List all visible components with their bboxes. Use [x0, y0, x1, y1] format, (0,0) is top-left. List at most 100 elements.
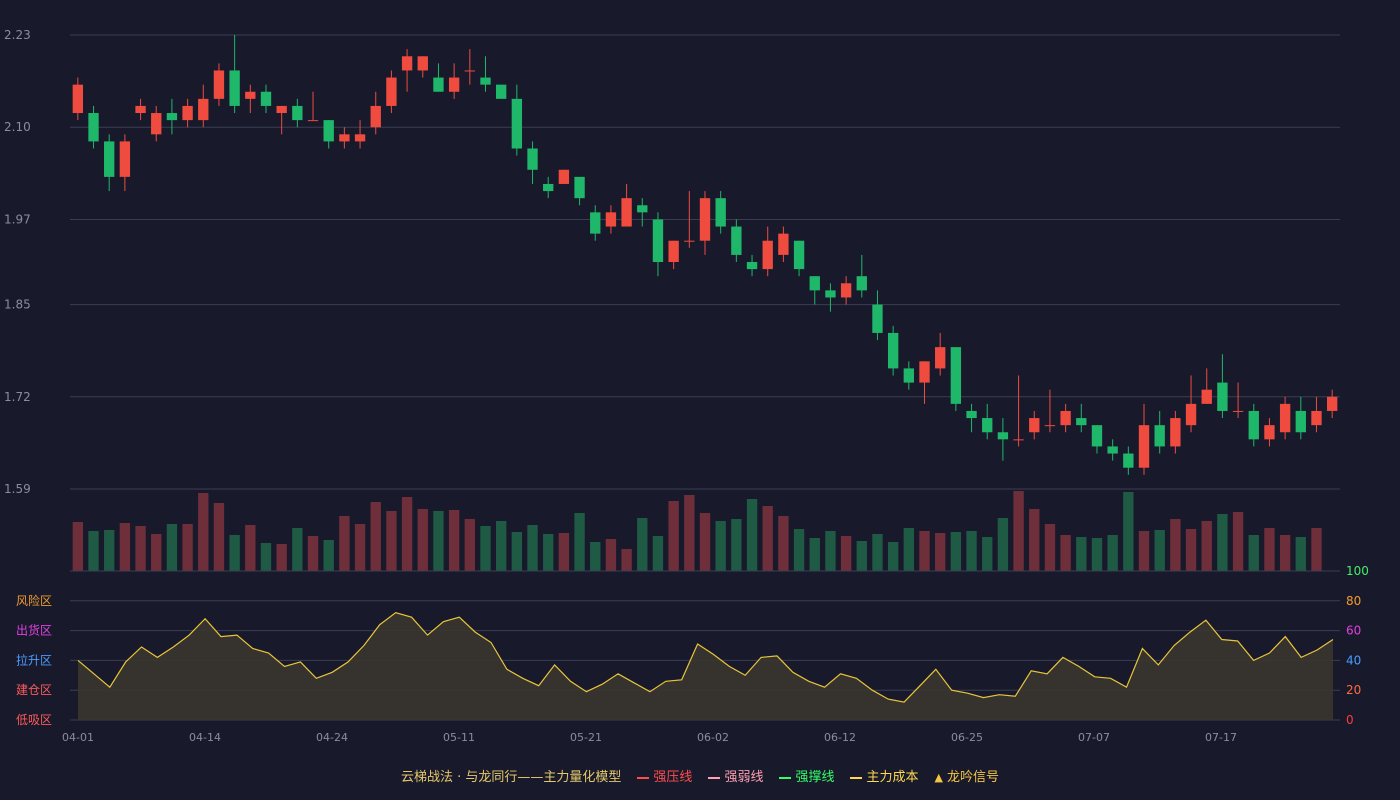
indicator-zone-label: 建仓区: [16, 683, 52, 697]
candle-body: [966, 410, 977, 419]
volume-bar: [1138, 531, 1150, 571]
candle-body: [386, 77, 397, 106]
candle-body: [135, 105, 146, 114]
volume-bar: [527, 525, 538, 571]
candle-body: [1013, 439, 1024, 441]
volume-bar: [731, 519, 742, 571]
candle-body: [997, 432, 1009, 440]
candle-body: [1029, 418, 1040, 433]
candle-body: [1060, 410, 1071, 426]
volume-bar: [104, 530, 115, 571]
volume-bar: [213, 503, 225, 571]
candle-body: [119, 141, 131, 177]
candle-body: [495, 84, 507, 99]
candle-body: [778, 233, 789, 255]
candle-body: [1279, 403, 1291, 433]
candle-body: [872, 304, 883, 333]
volume-bar: [982, 537, 993, 571]
volume-bar: [621, 549, 632, 571]
candle-body: [590, 212, 601, 234]
volume-bar: [276, 544, 287, 571]
volume-bar: [1217, 514, 1228, 571]
indicator-zone-label: 低吸区: [16, 713, 52, 727]
candle-body: [558, 169, 570, 184]
candle-body: [746, 262, 758, 270]
candle-body: [668, 240, 679, 262]
candle-body: [1201, 389, 1212, 404]
volume-bar: [903, 528, 915, 571]
volume-bar: [543, 534, 554, 571]
volume-bar: [245, 525, 256, 571]
volume-bar: [1248, 535, 1259, 571]
volume-bar: [386, 511, 397, 571]
x-tick-label: 06-02: [697, 731, 729, 744]
volume-bar: [448, 510, 460, 571]
volume-bar: [746, 499, 758, 571]
candle-body: [1123, 453, 1134, 468]
candle-body: [1138, 425, 1150, 468]
candle-body: [229, 70, 240, 106]
volume-bar: [778, 516, 789, 571]
volume-bar: [198, 493, 209, 571]
candle-body: [856, 276, 867, 291]
volume-bar: [1295, 537, 1306, 571]
volume-bar: [323, 540, 334, 571]
candle-body: [1311, 410, 1322, 426]
candle-body: [480, 77, 491, 85]
candle-body: [699, 198, 711, 241]
legend-triangle-icon: ▲: [934, 771, 943, 784]
volume-bar: [1091, 538, 1103, 571]
volume-bar: [1013, 491, 1024, 571]
x-tick-label: 06-12: [824, 731, 856, 744]
candle-body: [354, 134, 366, 142]
volume-bar: [574, 513, 585, 571]
candle-body: [652, 219, 664, 262]
legend-item: 云梯战法 · 与龙同行——主力量化模型: [401, 766, 621, 785]
volume-bar: [417, 509, 428, 571]
volume-bar: [762, 506, 773, 571]
volume-bar: [480, 526, 491, 571]
price-tick-label: 1.59: [4, 482, 31, 496]
legend-label: 强弱线: [724, 770, 764, 785]
candle-body: [1248, 410, 1259, 440]
volume-bar: [1107, 535, 1118, 571]
volume-bar: [872, 534, 883, 571]
candle-body: [605, 212, 617, 227]
chart-canvas: 2.23 2.10 1.97 1.85 1.72 1.59 100 80 60 40 20 0 风险区出…: [4, 28, 1369, 744]
volume-bar: [1170, 519, 1181, 571]
volume-bar: [699, 513, 711, 571]
candle-body: [417, 56, 428, 71]
price-tick-label: 2.23: [4, 28, 31, 42]
volume-bar: [401, 497, 413, 571]
legend-label: 强压线: [653, 770, 693, 785]
legend-swatch: [637, 776, 650, 779]
candle-body: [72, 84, 84, 114]
candle-body: [527, 148, 538, 170]
legend-label: 云梯战法 · 与龙同行——主力量化模型: [401, 770, 622, 785]
indicator-tick-label: 20: [1346, 683, 1361, 697]
x-tick-label: 07-07: [1078, 731, 1110, 744]
x-tick-label: 05-21: [570, 731, 602, 744]
volume-bar: [887, 542, 899, 571]
volume-bar: [464, 519, 475, 571]
volume-bar: [809, 538, 820, 571]
volume-bar: [307, 536, 319, 571]
price-tick-label: 2.10: [4, 120, 31, 134]
volume-bar: [605, 539, 617, 571]
candle-body: [245, 91, 256, 99]
volume-bar: [684, 495, 695, 571]
candle-body: [88, 113, 99, 142]
candle-body: [825, 290, 836, 298]
x-tick-label: 04-24: [316, 731, 348, 744]
candle-body: [715, 198, 726, 227]
price-tick-label: 1.85: [4, 298, 31, 312]
volume-bar: [151, 534, 162, 571]
volume-bar: [1201, 521, 1212, 571]
volume-bar: [637, 518, 648, 571]
volume-bar: [119, 523, 131, 571]
volume-bar: [558, 533, 570, 571]
volume-bar: [495, 521, 507, 571]
candle-body: [1326, 396, 1338, 411]
candle-body: [1217, 382, 1228, 411]
volume-bar: [370, 502, 381, 571]
